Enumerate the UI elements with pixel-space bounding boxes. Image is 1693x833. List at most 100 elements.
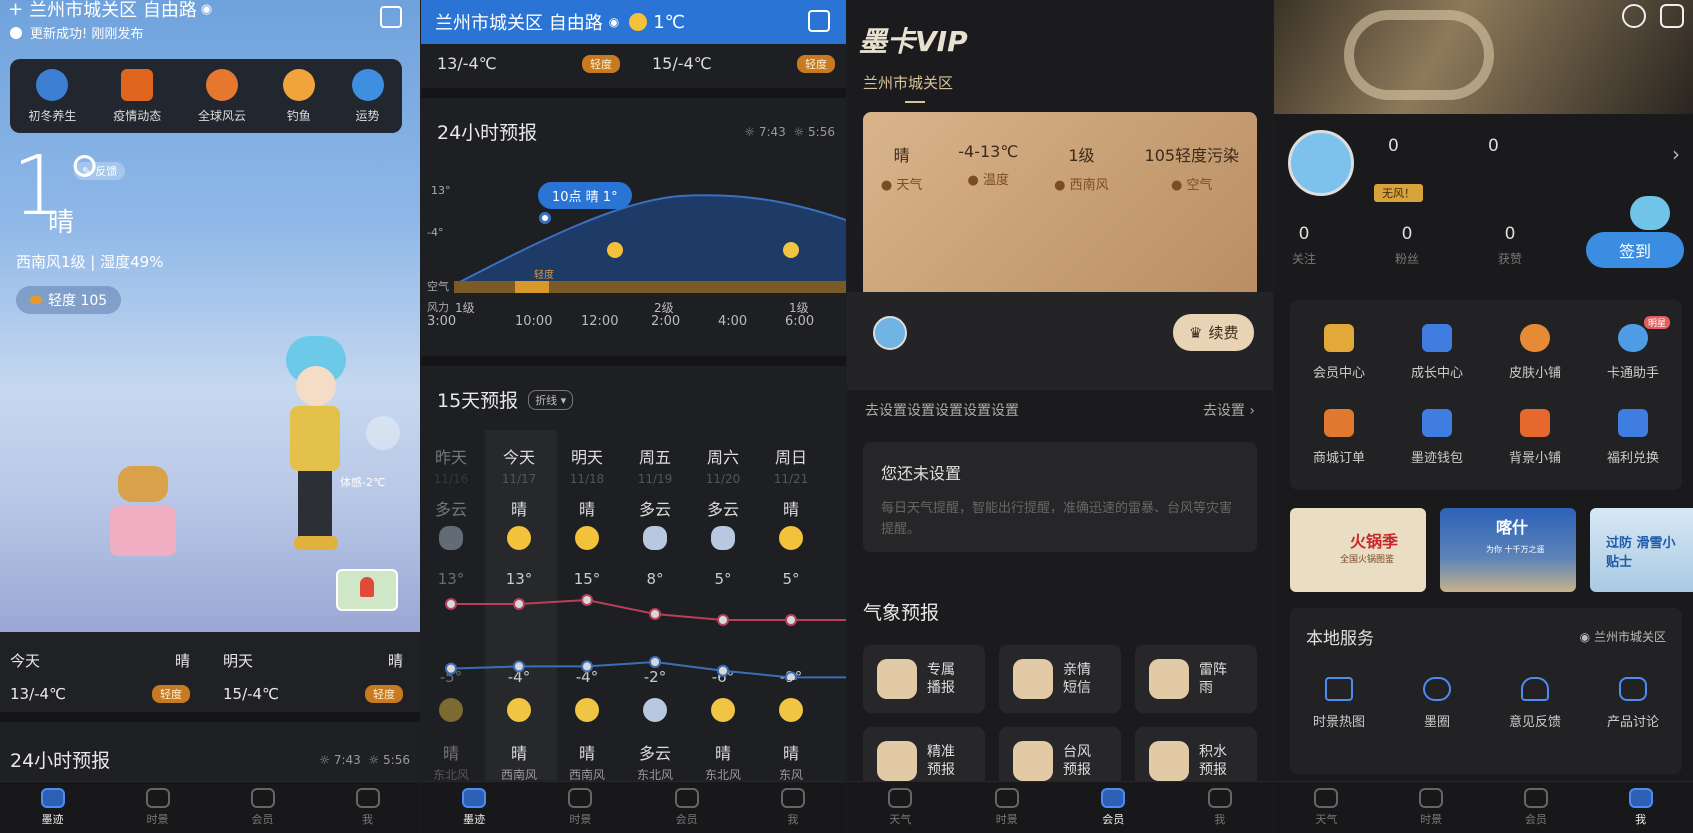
nav-scene[interactable]: 时景 bbox=[105, 782, 210, 833]
location-title[interactable]: 兰州市城关区 自由路 bbox=[435, 9, 603, 35]
nav-moji[interactable]: 墨迹 bbox=[0, 782, 105, 833]
grid-item[interactable]: 商城订单 bbox=[1290, 395, 1388, 480]
nav-me[interactable]: 我 bbox=[740, 782, 846, 833]
nav-label: 天气 bbox=[889, 813, 912, 826]
share-icon[interactable] bbox=[808, 10, 830, 32]
service-item[interactable]: 雷阵雨 bbox=[1135, 645, 1257, 713]
air-quality-highlight bbox=[515, 281, 549, 293]
notset-card[interactable]: 您还未设置 每日天气提醒，智能出行提醒，准确迅速的雷暴、台风等灾害提醒。 bbox=[863, 442, 1257, 552]
grid-item[interactable]: 背景小铺 bbox=[1486, 395, 1584, 480]
message-icon[interactable] bbox=[1622, 4, 1646, 28]
feature-item[interactable]: 全球风云 bbox=[198, 68, 246, 124]
avatar[interactable] bbox=[1288, 130, 1354, 196]
nav-vip[interactable]: 会员 bbox=[210, 782, 315, 833]
day-date: 11/16 bbox=[433, 472, 469, 486]
avatar[interactable] bbox=[873, 316, 907, 350]
nav-scene[interactable]: 时景 bbox=[1379, 782, 1484, 833]
chevron-right-icon[interactable]: › bbox=[1672, 142, 1680, 166]
grid-item[interactable]: 会员中心 bbox=[1290, 310, 1388, 395]
grid-item[interactable]: 成长中心 bbox=[1388, 310, 1486, 395]
speaker-icon bbox=[877, 659, 917, 699]
today-range[interactable]: 13/-4℃ bbox=[437, 54, 497, 73]
cloud-icon bbox=[888, 788, 913, 808]
local-location[interactable]: 兰州市城关区 bbox=[1594, 630, 1666, 644]
feature-item[interactable]: 运势 bbox=[351, 68, 384, 124]
tomorrow-summary[interactable]: 明天 晴 15/-4℃ 轻度 bbox=[223, 650, 403, 703]
section-title: 气象预报 bbox=[863, 602, 940, 624]
nav-label: 会员 bbox=[1102, 813, 1125, 826]
nav-weather[interactable]: 天气 bbox=[847, 782, 954, 833]
today-summary[interactable]: 今天 晴 13/-4℃ 轻度 bbox=[10, 650, 190, 703]
user-icon bbox=[1628, 788, 1653, 808]
feature-item[interactable]: 初冬养生 bbox=[28, 68, 76, 124]
night-condition: 多云 bbox=[638, 744, 671, 763]
vip-location-tab[interactable]: 兰州市城关区 bbox=[863, 72, 953, 93]
add-city-icon[interactable]: + bbox=[8, 0, 23, 20]
nav-scene[interactable]: 时景 bbox=[954, 782, 1061, 833]
go-setting-link[interactable]: 去设置 bbox=[1203, 403, 1245, 419]
nav-label: 天气 bbox=[1315, 813, 1338, 826]
selected-point[interactable] bbox=[539, 212, 551, 224]
feature-item[interactable]: 疫情动态 bbox=[113, 68, 161, 124]
grid-item[interactable]: 福利兑换 bbox=[1584, 395, 1682, 480]
setting-row[interactable]: 去设置设置设置设置设置 去设置 › bbox=[865, 400, 1255, 420]
feels-like: 体感-2℃ bbox=[340, 476, 386, 489]
low-temp-line-point bbox=[581, 660, 593, 673]
vip-weather-card[interactable]: 晴 ● 天气 -4-13℃ ● 温度 1级 ● 西南风 105轻度污染 ● 空气 bbox=[863, 112, 1257, 292]
location-title[interactable]: 兰州市城关区 自由路 bbox=[29, 0, 197, 22]
banner-item[interactable]: 过防 滑雪小贴士 bbox=[1590, 508, 1693, 592]
card-value: -4-13℃ bbox=[958, 142, 1019, 161]
day-date: 11/17 bbox=[501, 472, 537, 486]
nav-vip[interactable]: 会员 bbox=[1484, 782, 1589, 833]
checkin-button[interactable]: 签到 bbox=[1586, 232, 1684, 268]
nav-weather[interactable]: 天气 bbox=[1274, 782, 1379, 833]
day-condition: 晴 bbox=[782, 500, 799, 519]
day-condition: 多云 bbox=[638, 500, 671, 519]
stat-label: 关注 bbox=[1292, 252, 1317, 266]
nav-me[interactable]: 我 bbox=[1167, 782, 1274, 833]
banner-carousel: 火锅季 全国火锅图鉴 喀什 为你 十千万之遥 过防 滑雪小贴士 bbox=[1290, 508, 1693, 592]
banner-item[interactable]: 喀什 为你 十千万之遥 bbox=[1440, 508, 1576, 592]
grid-item[interactable]: 明星 卡通助手 bbox=[1584, 310, 1682, 395]
grid-item[interactable]: 皮肤小铺 bbox=[1486, 310, 1584, 395]
renew-button[interactable]: ♛ 续费 bbox=[1173, 314, 1255, 351]
aqi-pill[interactable]: 轻度 105 bbox=[16, 286, 122, 314]
grid-label: 皮肤小铺 bbox=[1508, 366, 1561, 381]
map-thumbnail[interactable] bbox=[336, 569, 398, 611]
nav-scene[interactable]: 时景 bbox=[527, 782, 633, 833]
local-item[interactable]: 产品讨论 bbox=[1584, 677, 1682, 730]
speaker-icon[interactable] bbox=[366, 416, 400, 450]
stat-fans[interactable]: 0 粉丝 bbox=[1395, 224, 1419, 267]
grid-item[interactable]: 墨迹钱包 bbox=[1388, 395, 1486, 480]
chart-mode-toggle[interactable]: 折线 ▾ bbox=[528, 389, 574, 410]
profile-panel: 0 0 无风！ › 0 关注 0 粉丝 0 获赞 签到 会员中心 成长中心 皮肤… bbox=[1274, 0, 1693, 833]
stat-likes[interactable]: 0 获赞 bbox=[1498, 224, 1522, 267]
weather-icon: ● bbox=[880, 178, 893, 193]
hourly-chart[interactable]: 13° -4° 10点 晴 1° 空气 轻度 风力 1级 2级 1级 bbox=[421, 180, 846, 330]
local-item[interactable]: 墨圈 bbox=[1388, 677, 1486, 730]
card-item: 1级 ● 西南风 bbox=[1054, 142, 1109, 193]
service-item[interactable]: 专属播报 bbox=[863, 645, 985, 713]
day-condition: 晴 bbox=[174, 652, 190, 670]
user-icon bbox=[780, 788, 805, 808]
sunrise-icon: ☼ bbox=[319, 752, 331, 767]
feature-item[interactable]: 钓鱼 bbox=[282, 68, 315, 124]
cartoon-character[interactable] bbox=[280, 336, 350, 558]
settings-icon[interactable] bbox=[1660, 4, 1684, 28]
nav-me[interactable]: 我 bbox=[1588, 782, 1693, 833]
tomorrow-range[interactable]: 15/-4℃ bbox=[652, 54, 712, 73]
nav-vip[interactable]: 会员 bbox=[634, 782, 740, 833]
local-item[interactable]: 时景热图 bbox=[1290, 677, 1388, 730]
feedback-button[interactable]: ✎ 反馈 bbox=[74, 162, 126, 180]
stat-follow[interactable]: 0 关注 bbox=[1292, 224, 1316, 267]
local-item[interactable]: 意见反馈 bbox=[1486, 677, 1584, 730]
nav-vip[interactable]: 会员 bbox=[1060, 782, 1167, 833]
banner-item[interactable]: 火锅季 全国火锅图鉴 bbox=[1290, 508, 1426, 592]
nav-moji[interactable]: 墨迹 bbox=[421, 782, 527, 833]
service-item[interactable]: 亲情短信 bbox=[999, 645, 1121, 713]
vip-icon bbox=[1101, 788, 1126, 808]
sun-icon bbox=[507, 526, 531, 550]
share-icon[interactable] bbox=[380, 6, 402, 28]
current-condition: 晴 bbox=[48, 208, 75, 238]
nav-me[interactable]: 我 bbox=[315, 782, 420, 833]
